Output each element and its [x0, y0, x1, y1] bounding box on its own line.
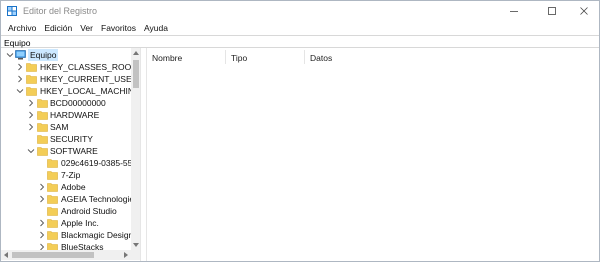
folder-icon [37, 135, 48, 144]
tree-node-label: Blackmagic Design [61, 230, 131, 240]
menu-archivo[interactable]: Archivo [4, 21, 40, 35]
folder-open-icon [37, 147, 48, 156]
tree-node-label: BlueStacks [61, 242, 104, 250]
column-header-nombre[interactable]: Nombre [152, 52, 182, 64]
scroll-right-arrow-icon[interactable] [123, 252, 129, 258]
tree-node-029c4619[interactable]: 029c4619-0385-5543 [1, 157, 131, 169]
maximize-icon [548, 7, 556, 15]
tree-node-hkey-classes-root[interactable]: HKEY_CLASSES_ROOT [1, 61, 131, 73]
tree-node-hkey-current-user[interactable]: HKEY_CURRENT_USER [1, 73, 131, 85]
minimize-button[interactable] [497, 1, 531, 21]
folder-icon [47, 183, 58, 192]
folder-icon [47, 195, 58, 204]
menu-edicion[interactable]: Edición [40, 21, 76, 35]
folder-icon [47, 219, 58, 228]
menu-ayuda[interactable]: Ayuda [140, 21, 172, 35]
tree-node-hkey-local-machine[interactable]: HKEY_LOCAL_MACHINE [1, 85, 131, 97]
close-button[interactable] [567, 1, 600, 21]
registry-editor-window: Editor del Registro Archivo Edición Ver … [0, 0, 600, 262]
tree-vertical-scrollbar[interactable] [131, 48, 140, 250]
tree-node-software[interactable]: SOFTWARE [1, 145, 131, 157]
tree-node-label: AGEIA Technologies [61, 194, 131, 204]
address-input[interactable] [4, 37, 594, 48]
column-header-datos[interactable]: Datos [310, 52, 332, 64]
window-title: Editor del Registro [23, 6, 98, 16]
chevron-right-icon[interactable] [16, 63, 24, 71]
folder-icon [47, 159, 58, 168]
tree-node-label: SAM [50, 122, 69, 132]
tree-node-label: HKEY_CURRENT_USER [40, 74, 131, 84]
menu-bar: Archivo Edición Ver Favoritos Ayuda [1, 21, 599, 35]
chevron-down-icon[interactable] [6, 51, 14, 59]
close-icon [580, 7, 588, 15]
chevron-right-icon[interactable] [27, 99, 35, 107]
chevron-right-icon[interactable] [38, 231, 46, 239]
folder-icon [37, 123, 48, 132]
tree-node-adobe[interactable]: Adobe [1, 181, 131, 193]
address-bar [1, 35, 599, 48]
scroll-left-arrow-icon[interactable] [3, 252, 9, 258]
tree-horizontal-scrollbar[interactable] [1, 250, 131, 260]
tree-node-hardware[interactable]: HARDWARE [1, 109, 131, 121]
chevron-right-icon[interactable] [38, 243, 46, 250]
column-header-tipo[interactable]: Tipo [231, 52, 247, 64]
tree-node-label: HKEY_CLASSES_ROOT [40, 62, 131, 72]
tree-vertical-scroll-thumb[interactable] [133, 60, 139, 88]
tree-node-label: SECURITY [50, 134, 93, 144]
tree-node-label: 7-Zip [61, 170, 81, 180]
folder-icon [47, 171, 58, 180]
regedit-icon [7, 6, 17, 16]
folder-icon [47, 231, 58, 240]
tree-node-bluestacks[interactable]: BlueStacks [1, 241, 131, 250]
tree-node-label: HARDWARE [50, 110, 100, 120]
tree-node-label: SOFTWARE [50, 146, 98, 156]
menu-ver[interactable]: Ver [76, 21, 97, 35]
chevron-right-icon[interactable] [27, 111, 35, 119]
tree-node-equipo[interactable]: Equipo [1, 49, 131, 61]
folder-icon [37, 111, 48, 120]
folder-open-icon [26, 87, 37, 96]
tree-horizontal-scroll-thumb[interactable] [12, 252, 94, 258]
chevron-right-icon[interactable] [16, 75, 24, 83]
folder-icon [37, 99, 48, 108]
tree-node-ageia[interactable]: AGEIA Technologies [1, 193, 131, 205]
tree-node-sam[interactable]: SAM [1, 121, 131, 133]
tree-node-label: 029c4619-0385-5543 [61, 158, 131, 168]
tree-node-label: Adobe [61, 182, 86, 192]
tree-node-android-studio[interactable]: Android Studio [1, 205, 131, 217]
tree-node-label: BCD00000000 [50, 98, 106, 108]
values-list-pane[interactable]: Nombre Tipo Datos [146, 48, 598, 261]
tree-node-label: Apple Inc. [61, 218, 99, 228]
scroll-down-arrow-icon[interactable] [133, 242, 139, 248]
tree-node-label: Equipo [28, 49, 59, 61]
key-tree-pane: Equipo HKEY_CLASSES_ROOT HKEY_CURRENT_US… [1, 48, 141, 261]
folder-icon [26, 63, 37, 72]
key-tree: Equipo HKEY_CLASSES_ROOT HKEY_CURRENT_US… [1, 48, 131, 250]
folder-icon [26, 75, 37, 84]
computer-icon [15, 50, 26, 60]
chevron-down-icon[interactable] [27, 147, 35, 155]
tree-node-7zip[interactable]: 7-Zip [1, 169, 131, 181]
column-divider[interactable] [304, 50, 305, 64]
folder-icon [47, 207, 58, 216]
chevron-right-icon[interactable] [27, 123, 35, 131]
minimize-icon [510, 11, 518, 12]
folder-icon [47, 243, 58, 250]
tree-node-security[interactable]: SECURITY [1, 133, 131, 145]
title-bar[interactable]: Editor del Registro [1, 1, 599, 21]
tree-node-blackmagic[interactable]: Blackmagic Design [1, 229, 131, 241]
chevron-down-icon[interactable] [16, 87, 24, 95]
maximize-button[interactable] [535, 1, 569, 21]
menu-favoritos[interactable]: Favoritos [97, 21, 140, 35]
tree-node-label: HKEY_LOCAL_MACHINE [40, 86, 131, 96]
tree-node-bcd00000000[interactable]: BCD00000000 [1, 97, 131, 109]
chevron-right-icon[interactable] [38, 195, 46, 203]
chevron-right-icon[interactable] [38, 183, 46, 191]
scroll-up-arrow-icon[interactable] [133, 50, 139, 56]
tree-node-label: Android Studio [61, 206, 117, 216]
chevron-right-icon[interactable] [38, 219, 46, 227]
tree-node-apple[interactable]: Apple Inc. [1, 217, 131, 229]
scrollbar-corner [131, 250, 140, 260]
column-divider[interactable] [225, 50, 226, 64]
